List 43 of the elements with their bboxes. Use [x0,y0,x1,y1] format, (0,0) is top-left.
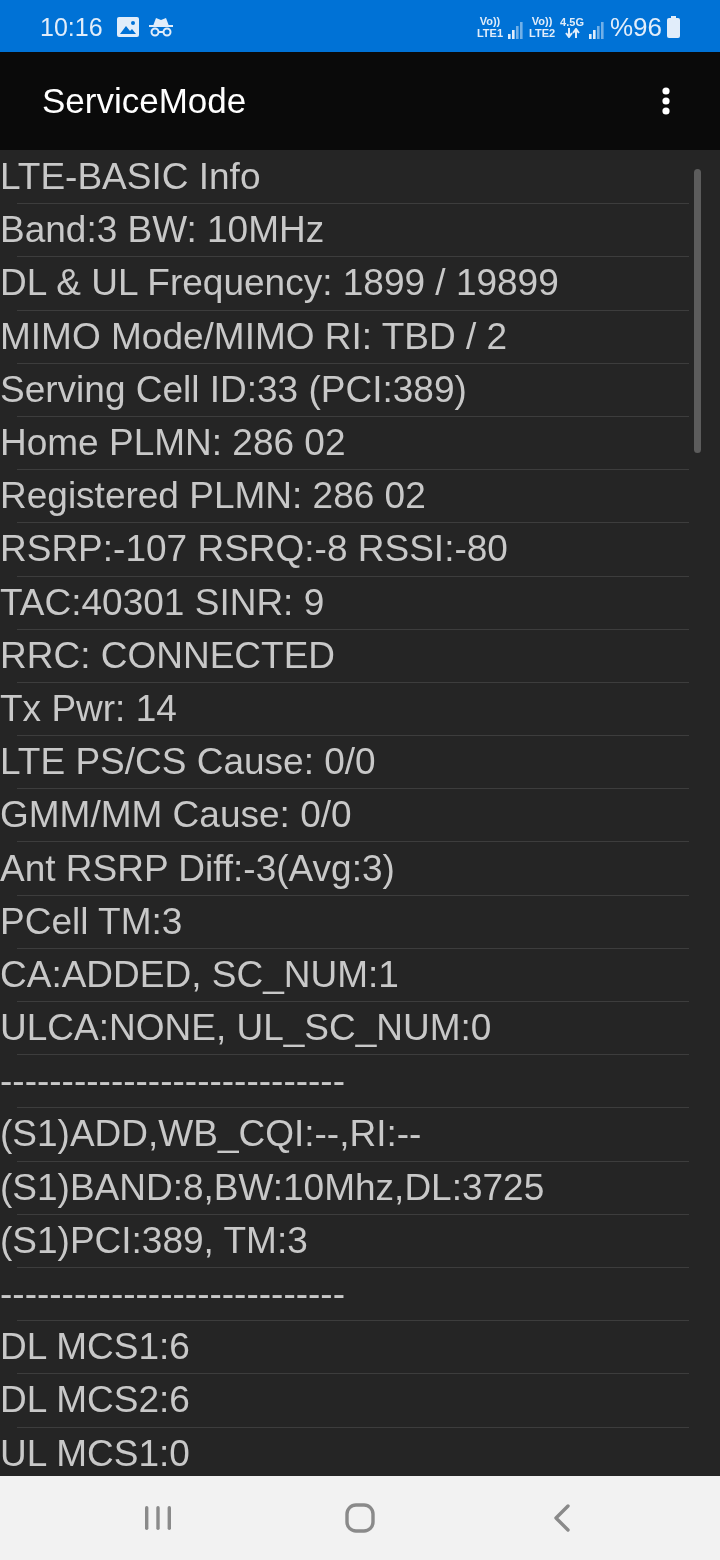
app-title: ServiceMode [42,80,247,122]
info-line: DL MCS2:6 [0,1380,190,1421]
data-arrows-icon [564,28,580,38]
info-line: Registered PLMN: 286 02 [0,476,426,517]
info-line: LTE-BASIC Info [0,157,261,198]
info-line: ---------------------------- [0,1061,345,1102]
info-line: CA:ADDED, SC_NUM:1 [0,954,399,995]
signal-icon [588,21,604,39]
info-line: UL MCS1:0 [0,1433,190,1474]
image-icon [116,17,139,37]
info-line: TAC:40301 SINR: 9 [0,582,325,623]
home-icon[interactable] [345,1503,375,1533]
info-line: DL & UL Frequency: 1899 / 19899 [0,263,559,304]
incognito-icon [148,17,173,37]
info-line: Band:3 BW: 10MHz [0,210,325,251]
info-line: Home PLMN: 286 02 [0,423,346,464]
info-line: GMM/MM Cause: 0/0 [0,795,352,836]
info-line: Ant RSRP Diff:-3(Avg:3) [0,848,395,889]
info-line: RRC: CONNECTED [0,635,336,676]
info-line: (S1)ADD,WB_CQI:--,RI:-- [0,1114,422,1155]
volte-label: Vo)) [479,15,501,27]
info-line: Serving Cell ID:33 (PCI:389) [0,369,467,410]
info-line: ---------------------------- [0,1274,345,1315]
back-icon[interactable] [553,1504,571,1532]
battery-icon [667,16,680,38]
sim-label: LTE2 [529,27,556,39]
clock-time: 10:16 [40,14,103,40]
network-type-label: 4.5G [560,16,584,28]
volte-label: Vo)) [531,15,553,27]
info-line: (S1)BAND:8,BW:10Mhz,DL:3725 [0,1167,545,1208]
info-line: RSRP:-107 RSRQ:-8 RSSI:-80 [0,529,508,570]
info-line: (S1)PCI:389, TM:3 [0,1220,308,1261]
info-line: LTE PS/CS Cause: 0/0 [0,742,376,783]
more-options-button[interactable] [662,87,670,115]
recent-apps-icon[interactable] [144,1505,172,1531]
signal-icon [508,21,523,39]
info-line: DL MCS1:6 [0,1327,190,1368]
battery-percentage: %96 [609,14,662,40]
info-line: MIMO Mode/MIMO RI: TBD / 2 [0,316,508,357]
sim-label: LTE1 [476,27,503,39]
info-line: ULCA:NONE, UL_SC_NUM:0 [0,1008,492,1049]
info-line: PCell TM:3 [0,901,183,942]
info-line: Tx Pwr: 14 [0,688,177,729]
